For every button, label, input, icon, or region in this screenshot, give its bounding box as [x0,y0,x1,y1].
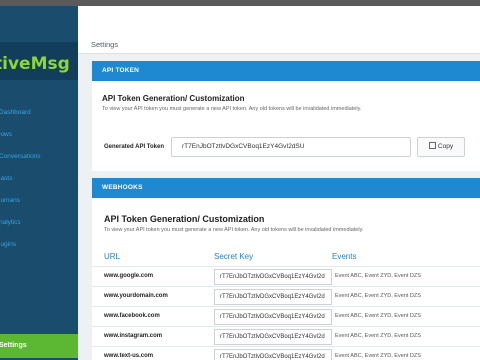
logo-area: tiveMsg [0,42,78,80]
panel-header: API TOKEN [92,61,480,81]
api-token-panel: API TOKEN API Token Generation/ Customiz… [92,61,480,171]
webhooks-panel: WEBHOOKS API Token Generation/ Customiza… [92,178,480,360]
webhook-url: www.facebook.com [104,313,160,319]
webhook-events: Event ABC, Event ZYD, Event DZS [335,313,421,319]
copy-icon [428,141,436,149]
column-header-url: URL [104,252,121,261]
webhook-url: www.yourdomain.com [104,293,168,299]
sidebar-nav: Dashboard lows Conversations lasts luman… [0,102,78,256]
webhook-url: www.instagram.com [104,333,163,339]
secret-key-field[interactable]: rT7EnJbOTztlvDGxCVBoq1EzY4GvI2d [214,329,332,345]
section-title: API Token Generation/ Customization [104,214,265,224]
sidebar-item-flows[interactable]: lows [0,124,78,146]
table-row: www.facebook.com rT7EnJbOTztlvDGxCVBoq1E… [92,306,480,326]
sidebar-item-label: lasts [0,175,13,182]
webhook-events: Event ABC, Event ZYD, Event DZS [335,273,421,279]
token-field-label: Generated API Token [104,144,165,150]
page-title: Settings [91,40,119,49]
sidebar-item-label: lugins [0,241,16,248]
webhook-url: www.text-us.com [104,353,154,359]
column-header-secret-key: Secret Key [214,252,254,261]
api-token-field[interactable]: rT7EnJbOTztlvDGxCVBoq1EzY4GvI2dSU [171,137,411,157]
sidebar: tiveMsg Dashboard lows Conversations las… [0,6,78,360]
copy-button[interactable]: Copy [417,137,465,157]
sidebar-item-dashboard[interactable]: Dashboard [0,102,78,124]
copy-button-label: Copy [437,143,454,150]
app-window: tiveMsg Dashboard lows Conversations las… [0,6,480,360]
sidebar-item-conversations[interactable]: Conversations [0,146,78,168]
webhook-events: Event ABC, Event ZYD, Event DZS [335,333,421,339]
secret-key-field[interactable]: rT7EnJbOTztlvDGxCVBoq1EzY4GvI2d [214,269,332,285]
secret-key-field[interactable]: rT7EnJbOTztlvDGxCVBoq1EzY4GvI2d [214,289,332,305]
section-description: To view your API token you must generate… [104,227,364,233]
column-header-events: Events [332,252,357,261]
webhook-events: Event ABC, Event ZYD, Event DZS [335,293,421,299]
table-row: www.yourdomain.com rT7EnJbOTztlvDGxCVBoq… [92,286,480,306]
secret-key-field[interactable]: rT7EnJbOTztlvDGxCVBoq1EzY4GvI2d [214,349,332,360]
sidebar-item-settings[interactable]: Settings [0,334,78,358]
section-description: To view your API token you must generate… [102,106,362,112]
sidebar-item-label: Conversations [0,153,41,160]
sidebar-item-plugins[interactable]: lugins [0,234,78,256]
sidebar-item-label: nalytics [0,219,21,226]
top-header: Settings [78,6,480,54]
table-row: www.google.com rT7EnJbOTztlvDGxCVBoq1EzY… [92,266,480,286]
sidebar-item-label: lumans [0,197,20,204]
table-row: www.instagram.com rT7EnJbOTztlvDGxCVBoq1… [92,326,480,346]
sidebar-item-analytics[interactable]: nalytics [0,212,78,234]
webhook-url: www.google.com [104,273,154,279]
section-title: API Token Generation/ Customization [102,94,245,103]
sidebar-item-label: lows [0,131,13,138]
sidebar-item-label: Settings [0,342,27,349]
secret-key-field[interactable]: rT7EnJbOTztlvDGxCVBoq1EzY4GvI2d [214,309,332,325]
webhook-events: Event ABC, Event ZYD, Event DZS [335,353,421,359]
panel-header: WEBHOOKS [92,178,480,198]
sidebar-item-blasts[interactable]: lasts [0,168,78,190]
sidebar-item-humans[interactable]: lumans [0,190,78,212]
table-row: www.text-us.com rT7EnJbOTztlvDGxCVBoq1Ez… [92,346,480,360]
sidebar-item-label: Dashboard [0,109,31,116]
app-logo[interactable]: tiveMsg [0,54,70,74]
